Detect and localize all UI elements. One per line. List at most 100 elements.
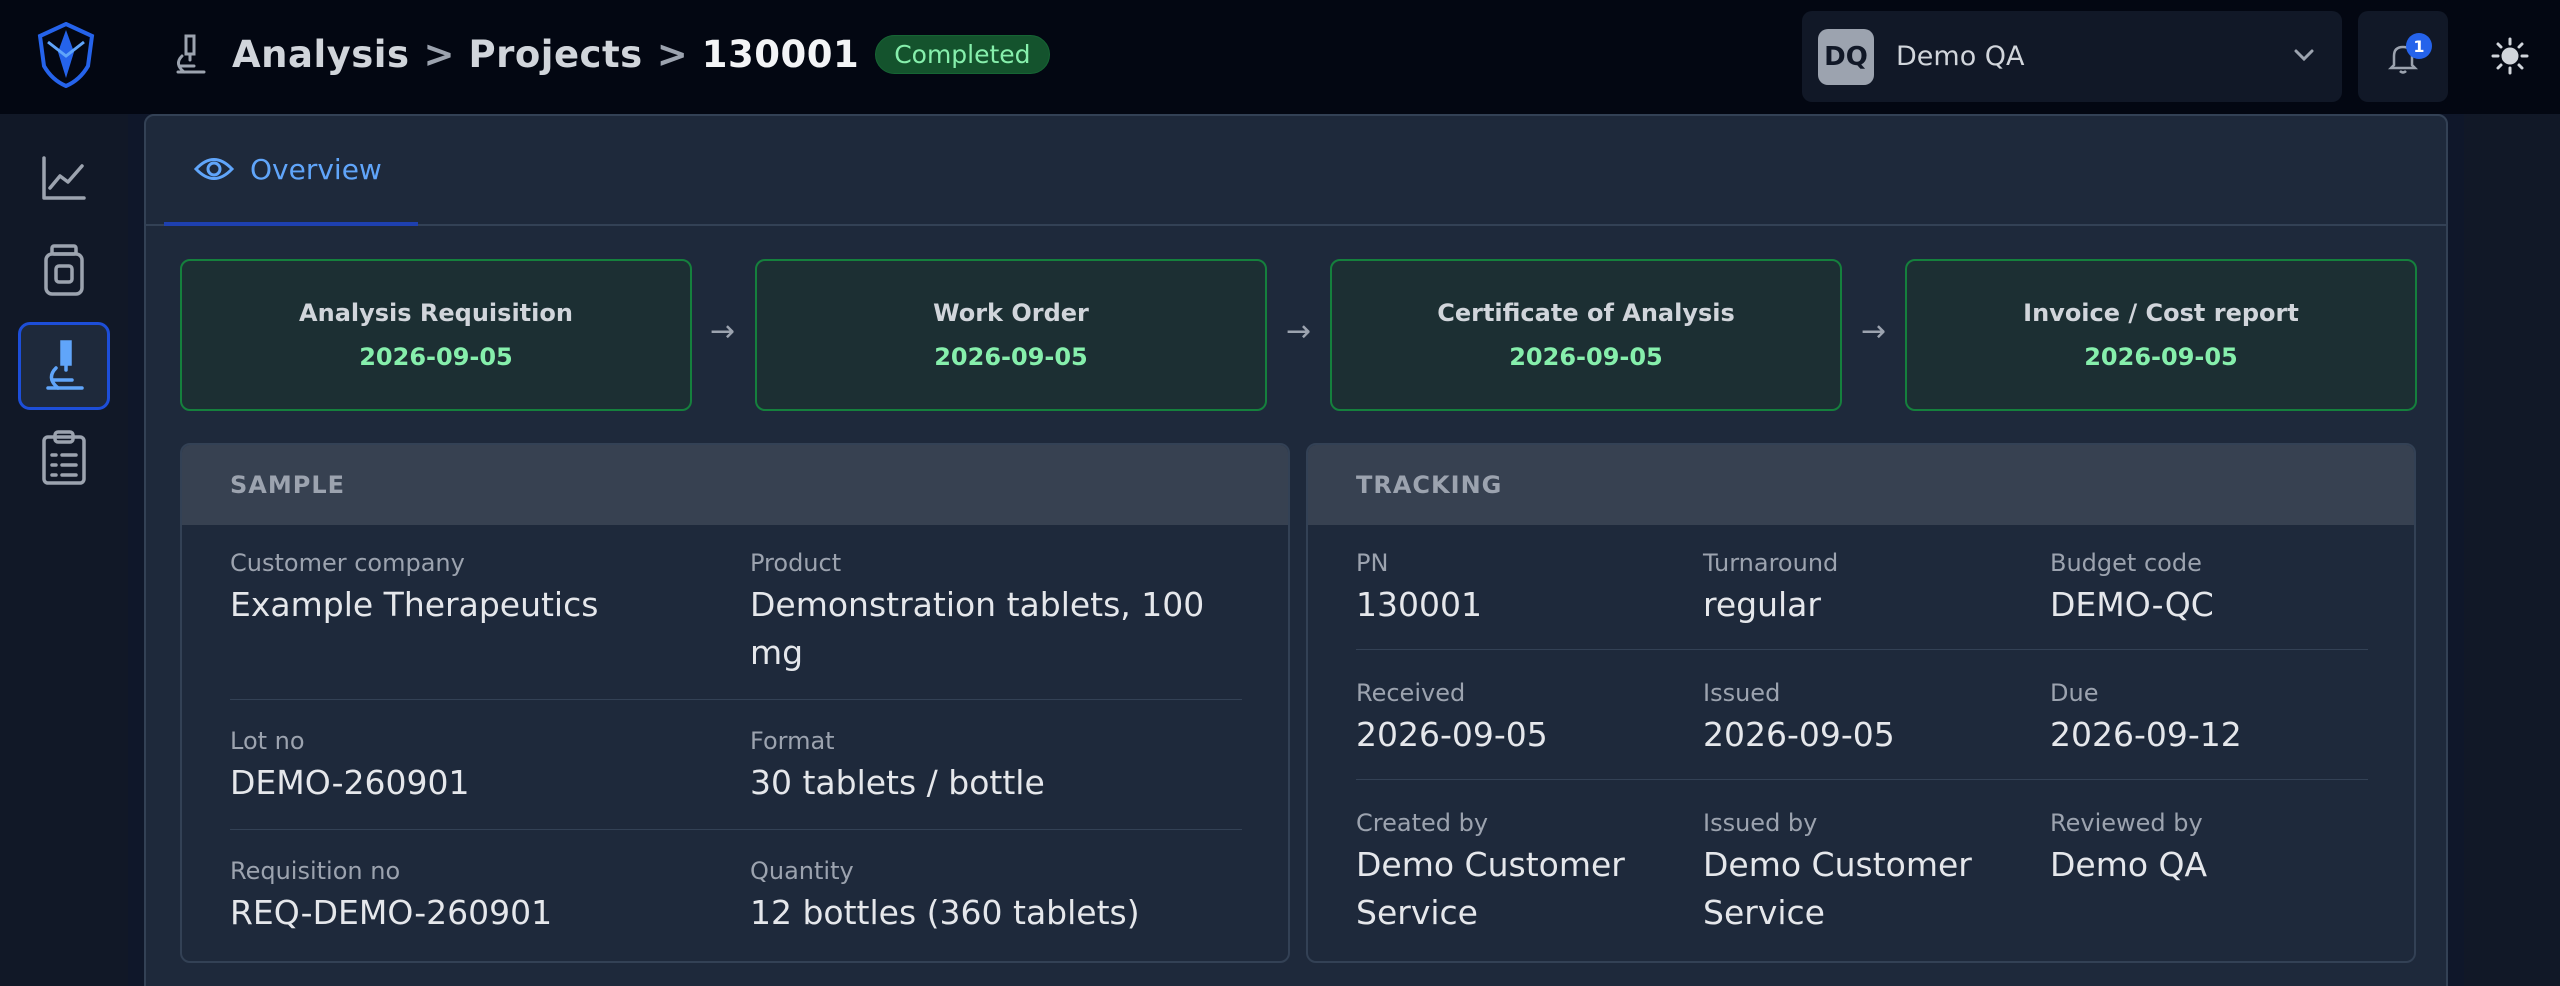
workflow-steps: Analysis Requisition 2026-09-05 → Work O… <box>180 259 2417 411</box>
sidebar-item-reports[interactable] <box>18 414 110 502</box>
breadcrumb-projects[interactable]: Projects <box>469 33 643 76</box>
field-label: Issued <box>1703 679 1781 707</box>
step-date: 2026-09-05 <box>2084 343 2238 371</box>
field-requisition-no: Requisition no REQ-DEMO-260901 <box>230 857 710 937</box>
field-received: Received 2026-09-05 <box>1356 679 1676 759</box>
sidebar-item-samples[interactable] <box>18 226 110 314</box>
field-label: Issued by <box>1703 809 1818 837</box>
field-value: Example Therapeutics <box>230 585 599 624</box>
microscope-icon <box>46 340 84 390</box>
project-panel: Overview Analysis Requisition 2026-09-05… <box>144 114 2448 986</box>
divider <box>1356 649 2368 650</box>
field-reviewed-by: Reviewed by Demo QA <box>2050 809 2370 889</box>
chart-line-icon <box>42 156 86 200</box>
field-issued: Issued 2026-09-05 <box>1703 679 2023 759</box>
field-created-by: Created by Demo Customer Service <box>1356 809 1676 937</box>
right-strip <box>2464 114 2560 986</box>
avatar: DQ <box>1818 28 1874 85</box>
user-name: Demo QA <box>1896 41 2025 72</box>
divider <box>230 699 1242 700</box>
field-value: regular <box>1703 585 1821 624</box>
field-value: REQ-DEMO-260901 <box>230 893 553 932</box>
step-date: 2026-09-05 <box>1509 343 1663 371</box>
field-issued-by: Issued by Demo Customer Service <box>1703 809 2023 937</box>
field-quantity: Quantity 12 bottles (360 tablets) <box>750 857 1230 937</box>
sample-card-heading: SAMPLE <box>182 445 1288 525</box>
breadcrumb-analysis[interactable]: Analysis <box>232 33 409 76</box>
field-label: Turnaround <box>1703 549 1839 577</box>
breadcrumb-separator: > <box>423 32 455 76</box>
tab-overview-label: Overview <box>250 152 382 186</box>
field-label: Quantity <box>750 857 854 885</box>
step-title: Analysis Requisition <box>299 299 573 327</box>
tracking-card-heading: TRACKING <box>1308 445 2414 525</box>
field-product: Product Demonstration tablets, 100 mg <box>750 549 1230 677</box>
field-value: Demo Customer Service <box>1356 845 1625 932</box>
breadcrumb-project-id: 130001 <box>701 32 860 76</box>
eye-icon <box>194 158 234 180</box>
clipboard-list-icon <box>42 430 86 485</box>
field-value: 2026-09-05 <box>1356 715 1548 754</box>
field-turnaround: Turnaround regular <box>1703 549 2023 629</box>
divider <box>1356 779 2368 780</box>
sidebar <box>0 114 128 986</box>
field-value: 30 tablets / bottle <box>750 763 1045 802</box>
step-date: 2026-09-05 <box>359 343 513 371</box>
jar-icon <box>44 244 84 296</box>
field-label: Requisition no <box>230 857 401 885</box>
field-label: Product <box>750 549 842 577</box>
field-value: 130001 <box>1356 585 1482 624</box>
field-lot-no: Lot no DEMO-260901 <box>230 727 710 807</box>
field-format: Format 30 tablets / bottle <box>750 727 1230 807</box>
field-label: Customer company <box>230 549 465 577</box>
field-label: Created by <box>1356 809 1489 837</box>
breadcrumb: Analysis > Projects > 130001 Completed <box>164 24 1050 84</box>
step-title: Work Order <box>933 299 1089 327</box>
notification-count-badge: 1 <box>2406 33 2432 59</box>
field-value: 2026-09-05 <box>1703 715 1895 754</box>
tab-bar: Overview <box>146 116 2446 226</box>
field-label: Lot no <box>230 727 305 755</box>
step-invoice-cost-report[interactable]: Invoice / Cost report 2026-09-05 <box>1905 259 2417 411</box>
field-value: DEMO-QC <box>2050 585 2214 624</box>
sidebar-item-analysis[interactable] <box>18 322 110 410</box>
field-budget-code: Budget code DEMO-QC <box>2050 549 2370 629</box>
step-certificate-of-analysis[interactable]: Certificate of Analysis 2026-09-05 <box>1330 259 1842 411</box>
field-value: Demo QA <box>2050 845 2208 884</box>
field-customer-company: Customer company Example Therapeutics <box>230 549 710 629</box>
field-label: Reviewed by <box>2050 809 2203 837</box>
field-value: 12 bottles (360 tablets) <box>750 893 1140 932</box>
shield-logo-icon[interactable] <box>36 22 96 88</box>
status-badge: Completed <box>875 34 1050 74</box>
field-label: Format <box>750 727 835 755</box>
field-label: Due <box>2050 679 2099 707</box>
arrow-right-icon: → <box>710 314 736 349</box>
chevron-down-icon <box>2294 49 2314 62</box>
step-title: Invoice / Cost report <box>2023 299 2299 327</box>
tab-overview[interactable]: Overview <box>164 116 418 226</box>
field-value: Demonstration tablets, 100 mg <box>750 585 1205 672</box>
field-label: PN <box>1356 549 1389 577</box>
top-bar: Analysis > Projects > 130001 Completed D… <box>0 0 2560 114</box>
field-label: Received <box>1356 679 1466 707</box>
divider <box>230 829 1242 830</box>
arrow-right-icon: → <box>1286 314 1312 349</box>
field-label: Budget code <box>2050 549 2202 577</box>
arrow-right-icon: → <box>1861 314 1887 349</box>
sun-icon[interactable] <box>2490 36 2530 76</box>
tracking-card: TRACKING PN 130001 Turnaround regular Bu… <box>1306 443 2416 963</box>
sample-card: SAMPLE Customer company Example Therapeu… <box>180 443 1290 963</box>
step-title: Certificate of Analysis <box>1437 299 1735 327</box>
step-date: 2026-09-05 <box>934 343 1088 371</box>
field-pn: PN 130001 <box>1356 549 1676 629</box>
step-analysis-requisition[interactable]: Analysis Requisition 2026-09-05 <box>180 259 692 411</box>
sidebar-item-dashboard[interactable] <box>18 134 110 222</box>
microscope-icon <box>176 34 206 74</box>
field-due: Due 2026-09-12 <box>2050 679 2370 759</box>
step-work-order[interactable]: Work Order 2026-09-05 <box>755 259 1267 411</box>
field-value: DEMO-260901 <box>230 763 470 802</box>
notifications-button[interactable]: 1 <box>2358 11 2448 102</box>
field-value: 2026-09-12 <box>2050 715 2242 754</box>
user-selector[interactable]: DQ Demo QA <box>1802 11 2342 102</box>
field-value: Demo Customer Service <box>1703 845 1972 932</box>
